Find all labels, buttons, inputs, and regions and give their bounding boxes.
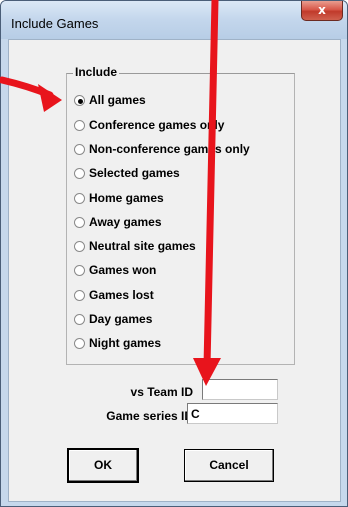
vs-team-id-label: vs Team ID bbox=[130, 385, 193, 399]
radio-label: All games bbox=[89, 93, 146, 107]
game-series-id-label: Game series ID bbox=[106, 409, 193, 423]
radio-label: Games lost bbox=[89, 288, 154, 302]
radio-button[interactable] bbox=[74, 289, 85, 301]
close-button[interactable]: x bbox=[301, 1, 343, 21]
include-group-legend: Include bbox=[73, 65, 120, 79]
radio-games-won[interactable]: Games won bbox=[74, 261, 156, 279]
title-bar[interactable]: Include Games x bbox=[1, 1, 347, 39]
radio-away-games[interactable]: Away games bbox=[74, 213, 162, 231]
radio-button[interactable] bbox=[74, 337, 85, 349]
radio-label: Non-conference games only bbox=[89, 142, 250, 156]
radio-button[interactable] bbox=[74, 264, 85, 276]
include-games-dialog: Include Games x Include All games Confer… bbox=[0, 0, 348, 507]
radio-button[interactable] bbox=[74, 313, 85, 325]
vs-team-id-input[interactable] bbox=[202, 379, 278, 400]
radio-label: Day games bbox=[89, 312, 153, 326]
radio-label: Night games bbox=[89, 336, 162, 350]
game-series-id-input[interactable] bbox=[187, 403, 278, 424]
ok-button-label: OK bbox=[94, 458, 112, 472]
radio-neutral-site-games[interactable]: Neutral site games bbox=[74, 237, 196, 255]
radio-button[interactable] bbox=[74, 192, 85, 204]
radio-games-lost[interactable]: Games lost bbox=[74, 286, 154, 304]
radio-night-games[interactable]: Night games bbox=[74, 334, 161, 352]
radio-non-conference-games-only[interactable]: Non-conference games only bbox=[74, 140, 250, 158]
radio-button[interactable] bbox=[74, 143, 85, 155]
ok-button[interactable]: OK bbox=[68, 449, 138, 482]
radio-all-games[interactable]: All games bbox=[74, 91, 146, 109]
radio-label: Neutral site games bbox=[89, 239, 196, 253]
radio-day-games[interactable]: Day games bbox=[74, 310, 152, 328]
radio-button[interactable] bbox=[74, 216, 85, 228]
radio-button[interactable] bbox=[74, 167, 85, 179]
cancel-button-label: Cancel bbox=[209, 458, 249, 472]
radio-conference-games-only[interactable]: Conference games only bbox=[74, 116, 224, 134]
radio-label: Away games bbox=[89, 215, 162, 229]
cancel-button[interactable]: Cancel bbox=[184, 449, 274, 482]
dialog-client-area: Include All games Conference games only … bbox=[8, 39, 341, 502]
radio-label: Conference games only bbox=[89, 118, 225, 132]
radio-selected-games[interactable]: Selected games bbox=[74, 164, 180, 182]
radio-button[interactable] bbox=[74, 240, 85, 252]
radio-label: Games won bbox=[89, 263, 157, 277]
radio-home-games[interactable]: Home games bbox=[74, 189, 164, 207]
close-icon: x bbox=[318, 3, 326, 17]
radio-button[interactable] bbox=[74, 94, 85, 106]
window-title: Include Games bbox=[11, 16, 99, 31]
radio-label: Home games bbox=[89, 191, 164, 205]
radio-button[interactable] bbox=[74, 119, 85, 131]
radio-label: Selected games bbox=[89, 166, 180, 180]
